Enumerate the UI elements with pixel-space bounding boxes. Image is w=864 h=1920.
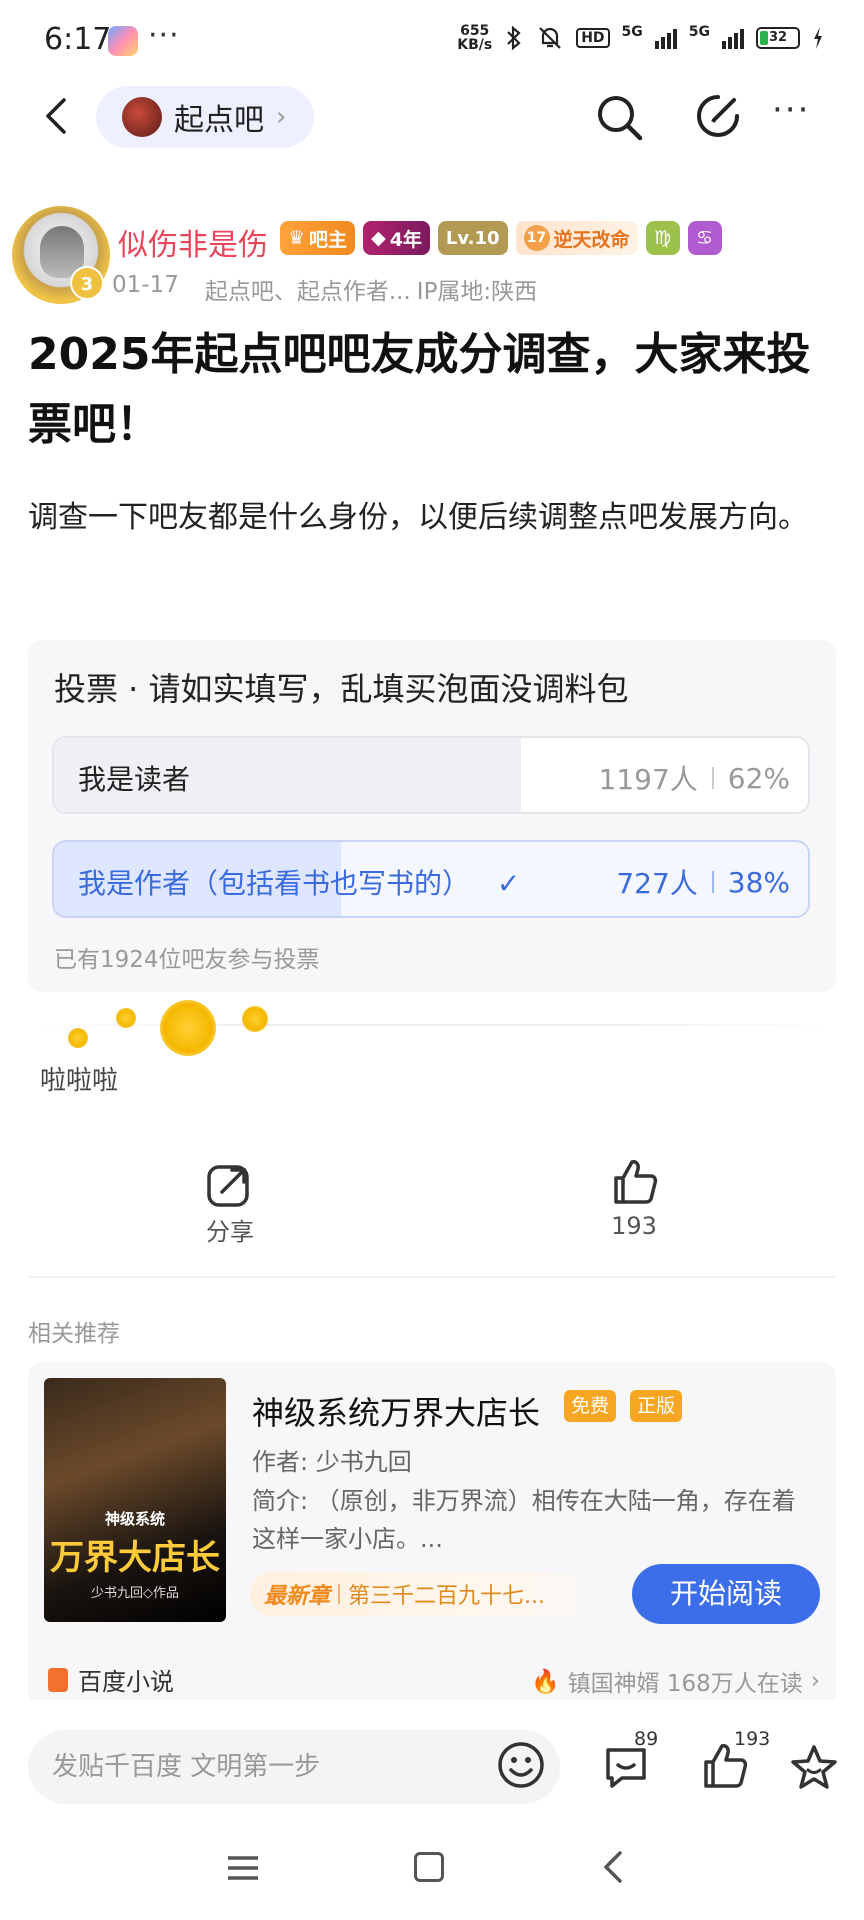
post-date: 01-17 bbox=[112, 272, 179, 298]
start-reading-button[interactable]: 开始阅读 bbox=[632, 1564, 820, 1624]
back-icon[interactable] bbox=[600, 1850, 626, 1884]
book-cover[interactable]: 神级系统 万界大店长 少书九回◇作品 bbox=[44, 1378, 226, 1622]
author-badges: ♛ 吧主 ◆ 4年 Lv.10 17 逆天改命 ♍ ♋ bbox=[280, 221, 722, 255]
vote-option-percent: 62% bbox=[727, 761, 790, 795]
comment-count: 89 bbox=[634, 1728, 659, 1750]
post-body: 调查一下吧友都是什么身份，以便后续调整点吧发展方向。 bbox=[28, 500, 808, 535]
virgo-icon: ♍ bbox=[645, 221, 680, 255]
cancer-icon: ♋ bbox=[687, 221, 722, 255]
author-forums: 起点吧、起点作者... bbox=[204, 279, 411, 305]
thumbs-up-icon[interactable] bbox=[608, 1156, 660, 1208]
sun-icon bbox=[68, 1028, 88, 1048]
post-title: 2025年起点吧吧友成分调查，大家来投票吧！ bbox=[28, 329, 811, 450]
star-icon[interactable] bbox=[788, 1742, 840, 1794]
home-icon[interactable] bbox=[414, 1852, 444, 1882]
share-icon[interactable] bbox=[204, 1160, 254, 1210]
source-name: 百度小说 bbox=[78, 1668, 174, 1696]
divider bbox=[28, 1276, 836, 1278]
share-label[interactable]: 分享 bbox=[204, 1212, 256, 1247]
forum-avatar bbox=[122, 97, 162, 137]
level-badge: Lv.10 bbox=[437, 221, 508, 255]
like-count[interactable]: 193 bbox=[606, 1212, 662, 1240]
vote-total: 已有1924位吧友参与投票 bbox=[54, 947, 320, 973]
vote-option-label: 我是作者（包括看书也写书的） ✓ bbox=[78, 867, 521, 900]
diamond-icon: ◆ bbox=[371, 227, 386, 249]
sun-icon bbox=[116, 1008, 136, 1028]
sun-icon bbox=[160, 1000, 216, 1056]
network-type-1: 5G bbox=[621, 24, 643, 40]
vote-option-stats: 1197人 62% bbox=[599, 758, 791, 798]
book-title[interactable]: 神级系统万界大店长 bbox=[252, 1388, 540, 1434]
network-type-2: 5G bbox=[688, 24, 710, 40]
bazhu-badge: ♛ 吧主 bbox=[280, 221, 356, 255]
divider bbox=[30, 1024, 836, 1026]
book-description: 简介: （原创，非万界流）相传在大陆一角，存在着这样一家小店。... bbox=[252, 1487, 796, 1553]
author-name[interactable]: 似伤非是伤 bbox=[118, 220, 268, 264]
latest-label: 最新章 bbox=[264, 1584, 331, 1609]
divider bbox=[338, 1584, 341, 1604]
network-speed: 655 KB/s bbox=[457, 23, 493, 53]
latest-chapter-title: 第三千二百九十七... bbox=[348, 1584, 545, 1609]
status-indicators: 655 KB/s HD 5G 5G 32 bbox=[457, 24, 824, 52]
forum-name: 起点吧 bbox=[174, 103, 264, 138]
menu-icon[interactable] bbox=[226, 1854, 260, 1882]
vote-option-label: 我是读者 bbox=[78, 763, 191, 796]
avatar-level-badge: 3 bbox=[70, 266, 104, 300]
status-time: 6:17 bbox=[44, 22, 112, 57]
free-tag: 免费 bbox=[564, 1390, 617, 1422]
status-bar: 6:17 ··· 655 KB/s HD 5G 5G 32 bbox=[0, 0, 864, 80]
battery-icon: 32 bbox=[756, 27, 800, 49]
vote-option-stats: 727人 38% bbox=[616, 862, 790, 902]
status-more-icon: ··· bbox=[148, 18, 180, 53]
vote-option-count: 727人 bbox=[616, 867, 698, 900]
emoji-icon[interactable] bbox=[496, 1740, 546, 1790]
search-icon[interactable] bbox=[594, 92, 644, 142]
related-book-link[interactable]: 🔥 镇国神婿 168万人在读 › bbox=[531, 1664, 820, 1698]
years-badge: ◆ 4年 bbox=[363, 221, 430, 255]
cover-title: 万界大店长 bbox=[50, 1538, 220, 1578]
latest-chapter[interactable]: 最新章 第三千二百九十七... bbox=[250, 1572, 610, 1616]
genuine-tag: 正版 bbox=[630, 1390, 683, 1422]
crown-icon: ♛ bbox=[288, 227, 306, 249]
reply-input[interactable]: 发贴千百度 文明第一步 bbox=[28, 1730, 560, 1804]
check-icon: ✓ bbox=[496, 867, 521, 900]
fire-icon: 🔥 bbox=[530, 1668, 560, 1695]
book-author: 作者: 少书九回 bbox=[252, 1448, 412, 1476]
signal-icon-2 bbox=[722, 27, 744, 49]
vote-option-reader[interactable]: 我是读者 1197人 62% bbox=[52, 736, 810, 814]
cover-author: 少书九回◇作品 bbox=[91, 1586, 179, 1601]
chevron-right-icon: › bbox=[810, 1668, 820, 1694]
book-source[interactable]: 百度小说 bbox=[48, 1662, 174, 1697]
bottom-like-count: 193 bbox=[734, 1728, 771, 1750]
vote-option-count: 1197人 bbox=[598, 763, 698, 796]
recommend-label: 相关推荐 bbox=[28, 1321, 120, 1347]
post-comment-text: 啦啦啦 bbox=[40, 1066, 119, 1096]
more-menu-icon[interactable]: ··· bbox=[772, 93, 810, 127]
cover-subtitle: 神级系统 bbox=[104, 1510, 165, 1528]
charging-icon bbox=[814, 27, 822, 49]
title-badge: 17 逆天改命 bbox=[515, 221, 638, 255]
divider bbox=[711, 871, 714, 893]
sun-icon bbox=[242, 1006, 268, 1032]
signal-icon-1 bbox=[654, 27, 677, 49]
related-book-text: 镇国神婿 168万人在读 bbox=[567, 1671, 803, 1697]
vote-title: 投票 · 请如实填写，乱填买泡面没调料包 bbox=[54, 670, 629, 708]
vote-option-author[interactable]: 我是作者（包括看书也写书的） ✓ 727人 38% bbox=[52, 840, 810, 918]
mute-bell-icon bbox=[539, 27, 561, 49]
divider bbox=[711, 767, 714, 789]
ip-location: IP属地:陕西 bbox=[416, 279, 538, 305]
app-notification-icon bbox=[108, 26, 138, 56]
post-meta: 01-17 起点吧、起点作者... IP属地:陕西 bbox=[112, 272, 537, 306]
bluetooth-icon bbox=[507, 25, 521, 51]
edit-icon[interactable] bbox=[694, 92, 742, 140]
hd-voice-icon: HD bbox=[576, 28, 610, 48]
book-icon bbox=[48, 1667, 68, 1692]
back-arrow-icon[interactable] bbox=[38, 96, 78, 136]
forum-link[interactable]: 起点吧 › bbox=[96, 86, 314, 148]
vote-option-percent: 38% bbox=[727, 865, 790, 899]
chevron-right-icon: › bbox=[276, 102, 287, 132]
